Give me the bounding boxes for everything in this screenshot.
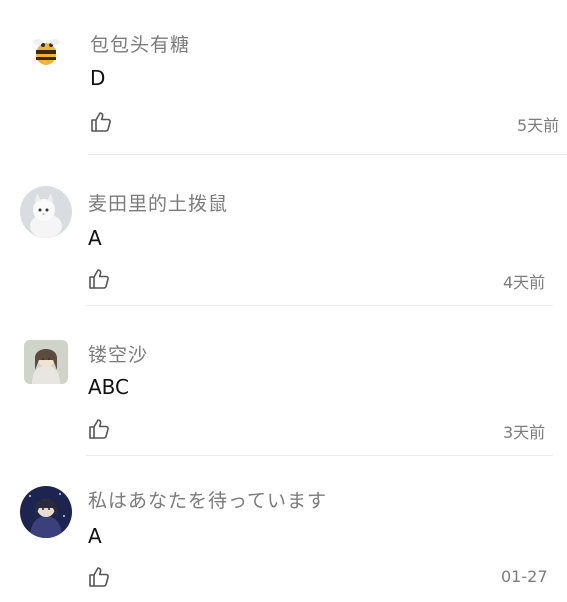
thumbs-up-icon[interactable] <box>89 110 113 134</box>
comment-text: D <box>90 66 106 90</box>
comment-username[interactable]: 私はあなたを待っています <box>88 486 327 513</box>
comment-divider <box>86 305 553 306</box>
thumbs-up-icon[interactable] <box>87 267 111 291</box>
comment-time: 3天前 <box>503 423 546 442</box>
white-cat-avatar-icon[interactable] <box>20 186 72 238</box>
bee-avatar-icon[interactable] <box>24 28 70 74</box>
comment-text: ABC <box>88 375 130 399</box>
comment-username[interactable]: 包包头有糖 <box>90 30 190 57</box>
comment-username[interactable]: 镂空沙 <box>88 340 148 367</box>
comment-divider <box>86 455 553 456</box>
thumbs-up-icon[interactable] <box>87 417 111 441</box>
comment-time: 5天前 <box>517 116 560 135</box>
comment-time: 01-27 <box>501 567 548 586</box>
thumbs-up-icon[interactable] <box>87 565 111 589</box>
comment-divider <box>88 154 567 155</box>
comment-text: A <box>88 524 102 548</box>
comment-username[interactable]: 麦田里的土拨鼠 <box>88 189 228 216</box>
anime-character-avatar-icon[interactable] <box>24 340 68 384</box>
night-anime-avatar-icon[interactable] <box>20 486 72 538</box>
comment-text: A <box>88 226 102 250</box>
comment-time: 4天前 <box>503 273 546 292</box>
